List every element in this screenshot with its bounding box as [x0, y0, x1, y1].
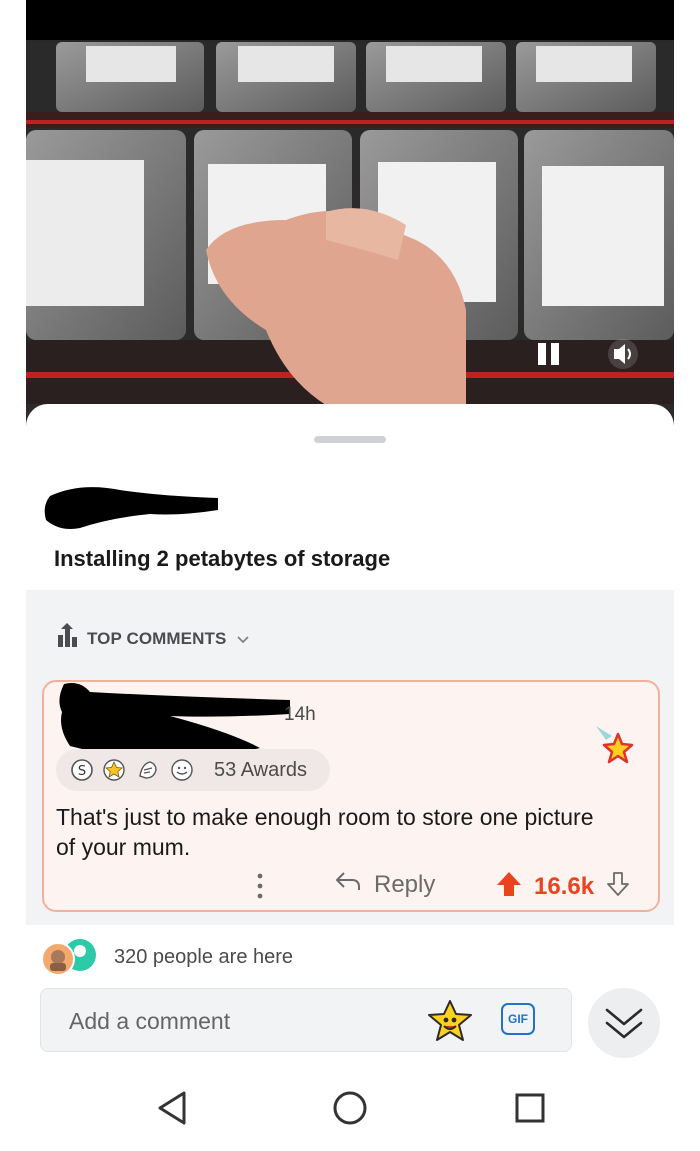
system-navigation-bar: [0, 1062, 700, 1151]
reply-icon: [334, 870, 362, 899]
chevron-down-icon: [237, 631, 249, 647]
sort-label: TOP COMMENTS: [87, 628, 227, 648]
recents-icon[interactable]: [514, 1092, 546, 1129]
emoji-picker-icon[interactable]: [427, 999, 473, 1048]
gilded-star-icon: [594, 724, 636, 773]
gold-star-award-icon: [102, 758, 126, 782]
reply-button[interactable]: Reply: [334, 870, 435, 899]
comment-sort-button[interactable]: TOP COMMENTS: [56, 623, 249, 654]
post-sheet: Installing 2 petabytes of storage: [26, 404, 674, 594]
comments-section: TOP COMMENTS 14h S 53 Awards That's just…: [26, 590, 674, 925]
awards-count: 53 Awards: [214, 759, 308, 781]
volume-icon[interactable]: [602, 338, 644, 370]
presence-indicator: 320 people are here: [40, 937, 440, 977]
double-chevron-down-icon: [604, 1006, 644, 1047]
add-comment-field[interactable]: Add a comment GIF: [40, 988, 572, 1052]
post-title: Installing 2 petabytes of storage: [54, 546, 391, 571]
awards-pill[interactable]: S 53 Awards: [56, 749, 330, 791]
reply-label: Reply: [374, 870, 436, 898]
helpful-award-icon: [136, 758, 160, 782]
video-frame: [26, 0, 674, 432]
comment-actions: Reply 16.6k: [44, 866, 658, 906]
top-comment-card[interactable]: 14h S 53 Awards That's just to make enou…: [42, 680, 660, 912]
comment-score: 16.6k: [534, 872, 595, 900]
collapse-button[interactable]: [588, 988, 660, 1058]
comment-placeholder: Add a comment: [69, 1008, 231, 1034]
downvote-icon[interactable]: [606, 871, 630, 902]
pause-icon[interactable]: [536, 340, 562, 368]
drag-handle[interactable]: [314, 436, 386, 443]
more-options-icon[interactable]: [256, 872, 264, 900]
svg-text:S: S: [78, 764, 86, 779]
comment-time: 14h: [284, 704, 316, 725]
presence-text: 320 people are here: [114, 946, 294, 968]
sort-icon: [56, 623, 80, 654]
vote-controls: 16.6k: [496, 870, 630, 903]
home-icon[interactable]: [332, 1090, 368, 1131]
gif-button[interactable]: GIF: [501, 1003, 535, 1035]
video-player[interactable]: [26, 0, 674, 432]
avatar-icon: [40, 941, 76, 982]
upvote-icon[interactable]: [496, 870, 522, 903]
redacted-username: [40, 476, 220, 539]
comment-body: That's just to make enough room to store…: [56, 804, 594, 860]
back-icon[interactable]: [156, 1090, 188, 1131]
wholesome-award-icon: [170, 758, 194, 782]
silver-award-icon: S: [70, 758, 94, 782]
